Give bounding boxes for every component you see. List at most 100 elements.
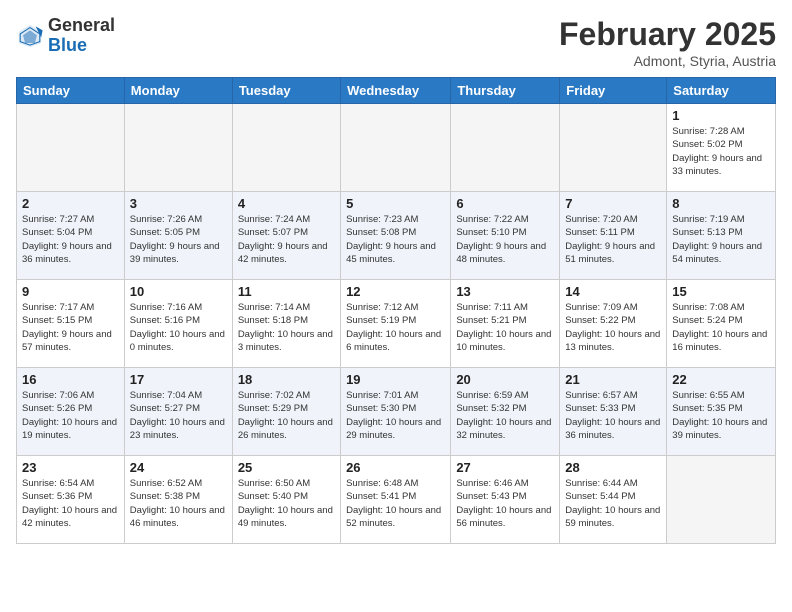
calendar-cell: 18 Sunrise: 7:02 AM Sunset: 5:29 PM Dayli… xyxy=(232,368,340,456)
calendar-cell: 2Sunrise: 7:27 AM Sunset: 5:04 PM Daylig… xyxy=(17,192,125,280)
day-info: Sunrise: 7:16 AM Sunset: 5:16 PM Dayligh… xyxy=(130,301,227,354)
day-number: 6 xyxy=(456,196,554,211)
calendar-cell: 15 Sunrise: 7:08 AM Sunset: 5:24 PM Dayli… xyxy=(667,280,776,368)
day-info: Sunrise: 6:57 AM Sunset: 5:33 PM Dayligh… xyxy=(565,389,661,442)
day-number: 1 xyxy=(672,108,770,123)
col-thursday: Thursday xyxy=(451,78,560,104)
day-number: 9 xyxy=(22,284,119,299)
page: General Blue February 2025 Admont, Styri… xyxy=(0,0,792,554)
calendar-cell: 9 Sunrise: 7:17 AM Sunset: 5:15 PM Daylig… xyxy=(17,280,125,368)
calendar-cell: 22 Sunrise: 6:55 AM Sunset: 5:35 PM Dayli… xyxy=(667,368,776,456)
logo: General Blue xyxy=(16,16,115,56)
day-number: 18 xyxy=(238,372,335,387)
day-number: 26 xyxy=(346,460,445,475)
calendar-cell: 13 Sunrise: 7:11 AM Sunset: 5:21 PM Dayli… xyxy=(451,280,560,368)
day-info: Sunrise: 6:54 AM Sunset: 5:36 PM Dayligh… xyxy=(22,477,119,530)
day-number: 15 xyxy=(672,284,770,299)
calendar-cell: 7 Sunrise: 7:20 AM Sunset: 5:11 PM Daylig… xyxy=(560,192,667,280)
day-info: Sunrise: 7:20 AM Sunset: 5:11 PM Dayligh… xyxy=(565,213,661,266)
location: Admont, Styria, Austria xyxy=(559,53,776,69)
day-info: Sunrise: 6:55 AM Sunset: 5:35 PM Dayligh… xyxy=(672,389,770,442)
day-info: Sunrise: 7:28 AM Sunset: 5:02 PM Dayligh… xyxy=(672,125,770,178)
calendar-cell: 17Sunrise: 7:04 AM Sunset: 5:27 PM Dayli… xyxy=(124,368,232,456)
calendar-cell: 12 Sunrise: 7:12 AM Sunset: 5:19 PM Dayli… xyxy=(341,280,451,368)
calendar-cell: 4 Sunrise: 7:24 AM Sunset: 5:07 PM Daylig… xyxy=(232,192,340,280)
calendar-cell: 3Sunrise: 7:26 AM Sunset: 5:05 PM Daylig… xyxy=(124,192,232,280)
day-number: 24 xyxy=(130,460,227,475)
calendar-cell: 14Sunrise: 7:09 AM Sunset: 5:22 PM Dayli… xyxy=(560,280,667,368)
day-info: Sunrise: 7:14 AM Sunset: 5:18 PM Dayligh… xyxy=(238,301,335,354)
day-info: Sunrise: 7:24 AM Sunset: 5:07 PM Dayligh… xyxy=(238,213,335,266)
logo-general-text: General xyxy=(48,16,115,36)
day-number: 22 xyxy=(672,372,770,387)
day-number: 11 xyxy=(238,284,335,299)
day-number: 2 xyxy=(22,196,119,211)
day-info: Sunrise: 6:59 AM Sunset: 5:32 PM Dayligh… xyxy=(456,389,554,442)
col-wednesday: Wednesday xyxy=(341,78,451,104)
calendar-cell: 24 Sunrise: 6:52 AM Sunset: 5:38 PM Dayli… xyxy=(124,456,232,544)
calendar-cell: 6Sunrise: 7:22 AM Sunset: 5:10 PM Daylig… xyxy=(451,192,560,280)
day-info: Sunrise: 7:06 AM Sunset: 5:26 PM Dayligh… xyxy=(22,389,119,442)
day-info: Sunrise: 6:46 AM Sunset: 5:43 PM Dayligh… xyxy=(456,477,554,530)
day-number: 8 xyxy=(672,196,770,211)
calendar-cell: 5Sunrise: 7:23 AM Sunset: 5:08 PM Daylig… xyxy=(341,192,451,280)
day-info: Sunrise: 7:23 AM Sunset: 5:08 PM Dayligh… xyxy=(346,213,445,266)
day-number: 4 xyxy=(238,196,335,211)
day-number: 12 xyxy=(346,284,445,299)
calendar-cell: 28 Sunrise: 6:44 AM Sunset: 5:44 PM Dayli… xyxy=(560,456,667,544)
day-number: 25 xyxy=(238,460,335,475)
day-info: Sunrise: 7:08 AM Sunset: 5:24 PM Dayligh… xyxy=(672,301,770,354)
day-info: Sunrise: 7:09 AM Sunset: 5:22 PM Dayligh… xyxy=(565,301,661,354)
calendar-cell xyxy=(341,104,451,192)
day-info: Sunrise: 7:02 AM Sunset: 5:29 PM Dayligh… xyxy=(238,389,335,442)
calendar-cell: 25 Sunrise: 6:50 AM Sunset: 5:40 PM Dayli… xyxy=(232,456,340,544)
day-info: Sunrise: 6:50 AM Sunset: 5:40 PM Dayligh… xyxy=(238,477,335,530)
day-number: 20 xyxy=(456,372,554,387)
calendar-cell: 10Sunrise: 7:16 AM Sunset: 5:16 PM Dayli… xyxy=(124,280,232,368)
calendar-cell xyxy=(124,104,232,192)
day-number: 28 xyxy=(565,460,661,475)
calendar-row-4: 23 Sunrise: 6:54 AM Sunset: 5:36 PM Dayli… xyxy=(17,456,776,544)
calendar-cell: 21 Sunrise: 6:57 AM Sunset: 5:33 PM Dayli… xyxy=(560,368,667,456)
calendar-cell: 20 Sunrise: 6:59 AM Sunset: 5:32 PM Dayli… xyxy=(451,368,560,456)
col-saturday: Saturday xyxy=(667,78,776,104)
day-number: 19 xyxy=(346,372,445,387)
month-year: February 2025 xyxy=(559,16,776,53)
logo-blue-text: Blue xyxy=(48,36,115,56)
calendar-cell: 8 Sunrise: 7:19 AM Sunset: 5:13 PM Daylig… xyxy=(667,192,776,280)
calendar-cell: 16 Sunrise: 7:06 AM Sunset: 5:26 PM Dayli… xyxy=(17,368,125,456)
calendar-table: Sunday Monday Tuesday Wednesday Thursday… xyxy=(16,77,776,544)
day-info: Sunrise: 6:44 AM Sunset: 5:44 PM Dayligh… xyxy=(565,477,661,530)
calendar-row-1: 2Sunrise: 7:27 AM Sunset: 5:04 PM Daylig… xyxy=(17,192,776,280)
day-info: Sunrise: 7:19 AM Sunset: 5:13 PM Dayligh… xyxy=(672,213,770,266)
day-number: 7 xyxy=(565,196,661,211)
day-number: 13 xyxy=(456,284,554,299)
header: General Blue February 2025 Admont, Styri… xyxy=(16,16,776,69)
calendar-cell: 26 Sunrise: 6:48 AM Sunset: 5:41 PM Dayli… xyxy=(341,456,451,544)
calendar-header-row: Sunday Monday Tuesday Wednesday Thursday… xyxy=(17,78,776,104)
calendar-row-2: 9 Sunrise: 7:17 AM Sunset: 5:15 PM Daylig… xyxy=(17,280,776,368)
calendar-cell xyxy=(560,104,667,192)
day-number: 21 xyxy=(565,372,661,387)
col-friday: Friday xyxy=(560,78,667,104)
calendar-cell xyxy=(17,104,125,192)
calendar-cell: 19Sunrise: 7:01 AM Sunset: 5:30 PM Dayli… xyxy=(341,368,451,456)
day-number: 17 xyxy=(130,372,227,387)
day-number: 16 xyxy=(22,372,119,387)
day-number: 27 xyxy=(456,460,554,475)
calendar-cell xyxy=(667,456,776,544)
day-info: Sunrise: 6:52 AM Sunset: 5:38 PM Dayligh… xyxy=(130,477,227,530)
title-block: February 2025 Admont, Styria, Austria xyxy=(559,16,776,69)
calendar-row-3: 16 Sunrise: 7:06 AM Sunset: 5:26 PM Dayli… xyxy=(17,368,776,456)
day-number: 23 xyxy=(22,460,119,475)
col-monday: Monday xyxy=(124,78,232,104)
day-number: 3 xyxy=(130,196,227,211)
calendar-cell: 27 Sunrise: 6:46 AM Sunset: 5:43 PM Dayli… xyxy=(451,456,560,544)
day-info: Sunrise: 7:11 AM Sunset: 5:21 PM Dayligh… xyxy=(456,301,554,354)
day-info: Sunrise: 7:17 AM Sunset: 5:15 PM Dayligh… xyxy=(22,301,119,354)
calendar-cell xyxy=(451,104,560,192)
day-info: Sunrise: 7:12 AM Sunset: 5:19 PM Dayligh… xyxy=(346,301,445,354)
day-info: Sunrise: 6:48 AM Sunset: 5:41 PM Dayligh… xyxy=(346,477,445,530)
col-sunday: Sunday xyxy=(17,78,125,104)
calendar-row-0: 1 Sunrise: 7:28 AM Sunset: 5:02 PM Daylig… xyxy=(17,104,776,192)
